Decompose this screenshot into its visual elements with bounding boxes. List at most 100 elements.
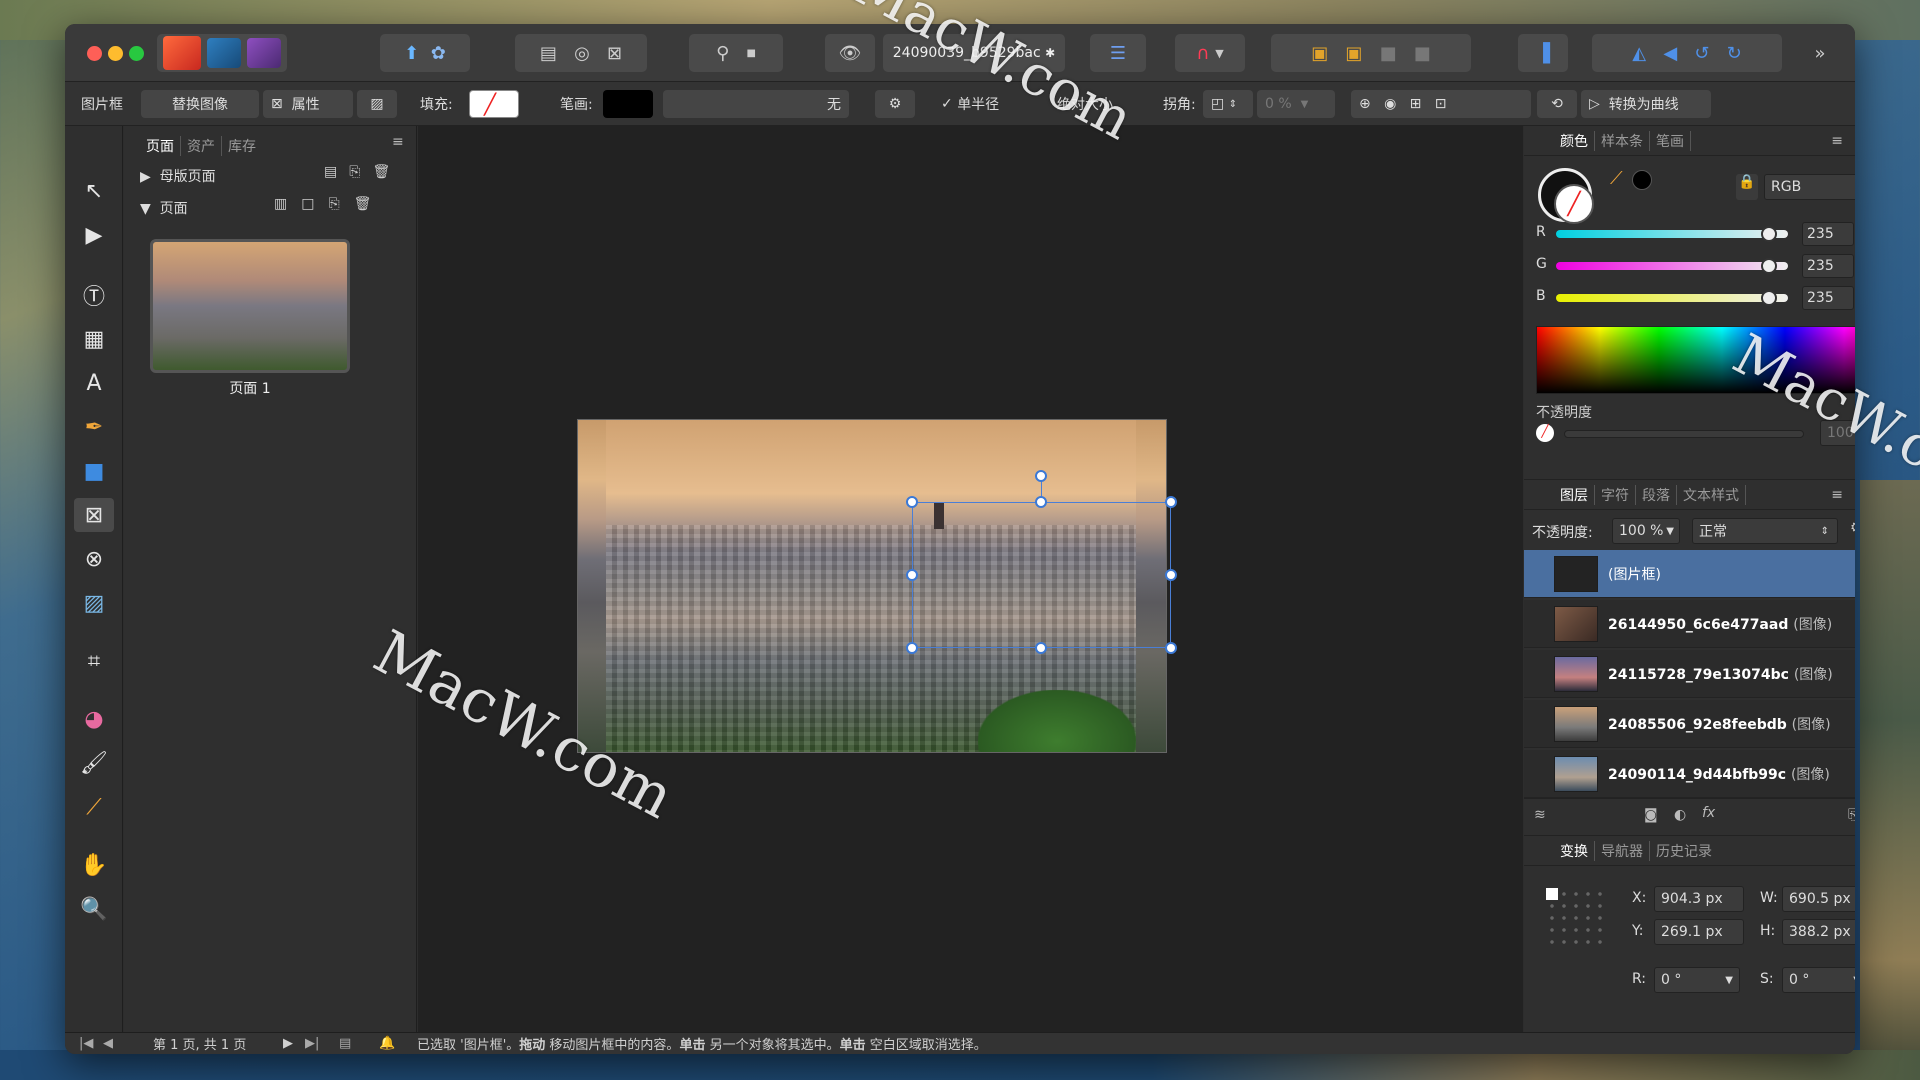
rotate-left-icon[interactable]: ↺ [1694,43,1709,64]
adjustment-icon[interactable]: ◐ [1674,807,1686,823]
panel-menu-icon[interactable]: ≡ [392,134,404,150]
align-button[interactable]: ▐ [1518,34,1568,72]
bell-icon[interactable]: 🔔 [379,1036,395,1051]
add-layer-icon[interactable]: ⎘ [1848,807,1855,823]
tab-swatches[interactable]: 样本条 [1595,130,1650,151]
master-pages-row[interactable]: ▶ 母版页面 [140,166,216,186]
tab-character[interactable]: 字符 [1595,484,1636,505]
page-1-thumbnail[interactable] [150,239,350,373]
lock-icon[interactable]: 🔒 [1736,174,1758,200]
eyedropper-tool-icon[interactable]: ⟋ [74,790,114,824]
move-front-icon[interactable]: ▣ [1345,43,1362,64]
g-slider-knob[interactable] [1761,258,1778,274]
tab-layers[interactable]: 图层 [1554,484,1595,505]
rotation-handle[interactable] [1035,470,1047,482]
move-tool-icon[interactable]: ↖ [74,174,114,208]
handle-bottom-left[interactable] [906,642,918,654]
more-toolbar-icon[interactable]: » [1805,34,1835,72]
w-field[interactable]: 690.5 px [1782,886,1855,912]
photo-persona-icon[interactable] [247,38,281,68]
tab-stroke[interactable]: 笔画 [1650,130,1691,151]
tab-navigator[interactable]: 导航器 [1595,840,1650,861]
b-slider-knob[interactable] [1761,290,1778,306]
r-slider-knob[interactable] [1761,226,1778,242]
handle-right[interactable] [1165,569,1177,581]
publisher-persona-icon[interactable] [163,36,201,70]
color-mode-select[interactable]: RGB⇕ [1764,174,1855,200]
crosshair-icon[interactable]: ⊕ [1359,96,1371,112]
handle-left[interactable] [906,569,918,581]
rotate-right-icon[interactable]: ↻ [1727,43,1742,64]
b-slider[interactable] [1556,290,1788,306]
preview-mode-button[interactable]: 👁 [825,34,875,72]
flip-horizontal-icon[interactable]: ◭ [1632,43,1646,64]
backward-icon[interactable]: ■ [1414,43,1431,64]
rectangle-tool-icon[interactable]: ■ [74,454,114,488]
place-image-tool-icon[interactable]: ▨ [74,586,114,620]
delete-page-icon[interactable]: 🗑 [354,196,386,212]
pages-row[interactable]: ▼ 页面 [140,198,188,218]
corner-value-field[interactable]: 0 % ▼ [1257,90,1335,118]
g-value[interactable]: 235 [1802,254,1854,278]
convert-to-curves-button[interactable]: ▷ 转换为曲线 [1581,90,1711,118]
g-slider[interactable] [1556,258,1788,274]
add-page-icon[interactable]: □ [301,196,328,212]
first-page-icon[interactable]: |◀ [79,1036,93,1051]
page-layout-icon[interactable]: ▥ [274,196,301,212]
color-picker-tool-icon[interactable]: ◕ [74,702,114,736]
handle-bottom[interactable] [1035,642,1047,654]
document-canvas[interactable] [418,126,1523,1032]
fill-color-circle[interactable]: ╱ [1554,184,1594,224]
frame-text-tool-icon[interactable]: Ⓣ [74,278,114,312]
r-value[interactable]: 235 [1802,222,1854,246]
duplicate-icon[interactable]: ⎘ [349,164,372,180]
snapping-button[interactable]: ∩ ▼ [1175,34,1245,72]
flower-icon[interactable]: ✿ [431,43,446,64]
move-back-icon[interactable]: ▣ [1311,43,1328,64]
next-page-icon[interactable]: ▶ [283,1036,293,1051]
layer-row[interactable]: 24085506_92e8feebdb (图像)✓ [1524,700,1855,748]
b-value[interactable]: 235 [1802,286,1854,310]
page-view-icon[interactable]: ▤ [540,43,557,64]
layer-row[interactable]: (图片框) ✓ [1524,550,1855,598]
tab-text-styles[interactable]: 文本样式 [1677,484,1746,505]
shear-field[interactable]: 0 ° ▼ [1782,967,1855,993]
artistic-text-tool-icon[interactable]: A [74,366,114,400]
blend-mode-select[interactable]: 正常 ⇕ [1692,518,1838,544]
transform-origin-button[interactable]: ⟲ [1537,90,1577,118]
close-window-button[interactable] [87,46,102,61]
no-color-icon[interactable]: ╱ [1536,424,1554,442]
duplicate-page-icon[interactable]: ⎘ [328,196,353,212]
y-field[interactable]: 269.1 px [1654,919,1744,945]
r-slider[interactable] [1556,226,1788,242]
handle-top[interactable] [1035,496,1047,508]
zoom-tool-icon[interactable]: 🔍 [74,892,114,926]
layer-opacity-field[interactable]: 100 % ▼ [1612,518,1680,544]
resize-icon[interactable]: ⊡ [1435,96,1447,112]
panel-menu-icon[interactable]: ≡ [1825,133,1849,149]
document-tab[interactable]: 24090039_b9529bac ✱ [883,34,1065,72]
trash-icon[interactable]: 🗑 [372,164,402,180]
properties-button[interactable]: ⊠ 属性 [263,90,353,118]
layer-row[interactable]: 26144950_6c6e477aad (图像) [1524,600,1855,648]
opacity-field[interactable]: 100 % [1820,420,1855,446]
handle-top-right[interactable] [1165,496,1177,508]
single-radius-checkbox[interactable]: ✓ 单半径 [933,90,1007,118]
tab-paragraph[interactable]: 段落 [1636,484,1677,505]
layer-settings-icon[interactable]: ⚙ [1850,520,1855,536]
share-icon[interactable]: ⬆ [404,43,419,64]
layers-stack-icon[interactable]: ≋ [1534,807,1546,823]
mask-icon[interactable]: ◙ [1644,807,1658,823]
rotation-field[interactable]: 0 ° ▼ [1654,967,1740,993]
x-field[interactable]: 904.3 px [1654,886,1744,912]
anchor-point-selected[interactable] [1546,888,1558,900]
handle-top-left[interactable] [906,496,918,508]
tab-history[interactable]: 历史记录 [1650,841,1718,861]
stroke-width-slider[interactable]: 无 [663,90,849,118]
replace-image-button[interactable]: 替换图像 [141,90,259,118]
page-icon[interactable]: ▤ [339,1036,351,1051]
zoom-window-button[interactable] [129,46,144,61]
handle-bottom-right[interactable] [1165,642,1177,654]
fx-icon[interactable]: fx [1702,805,1715,821]
tab-pages[interactable]: 页面 [140,136,181,156]
